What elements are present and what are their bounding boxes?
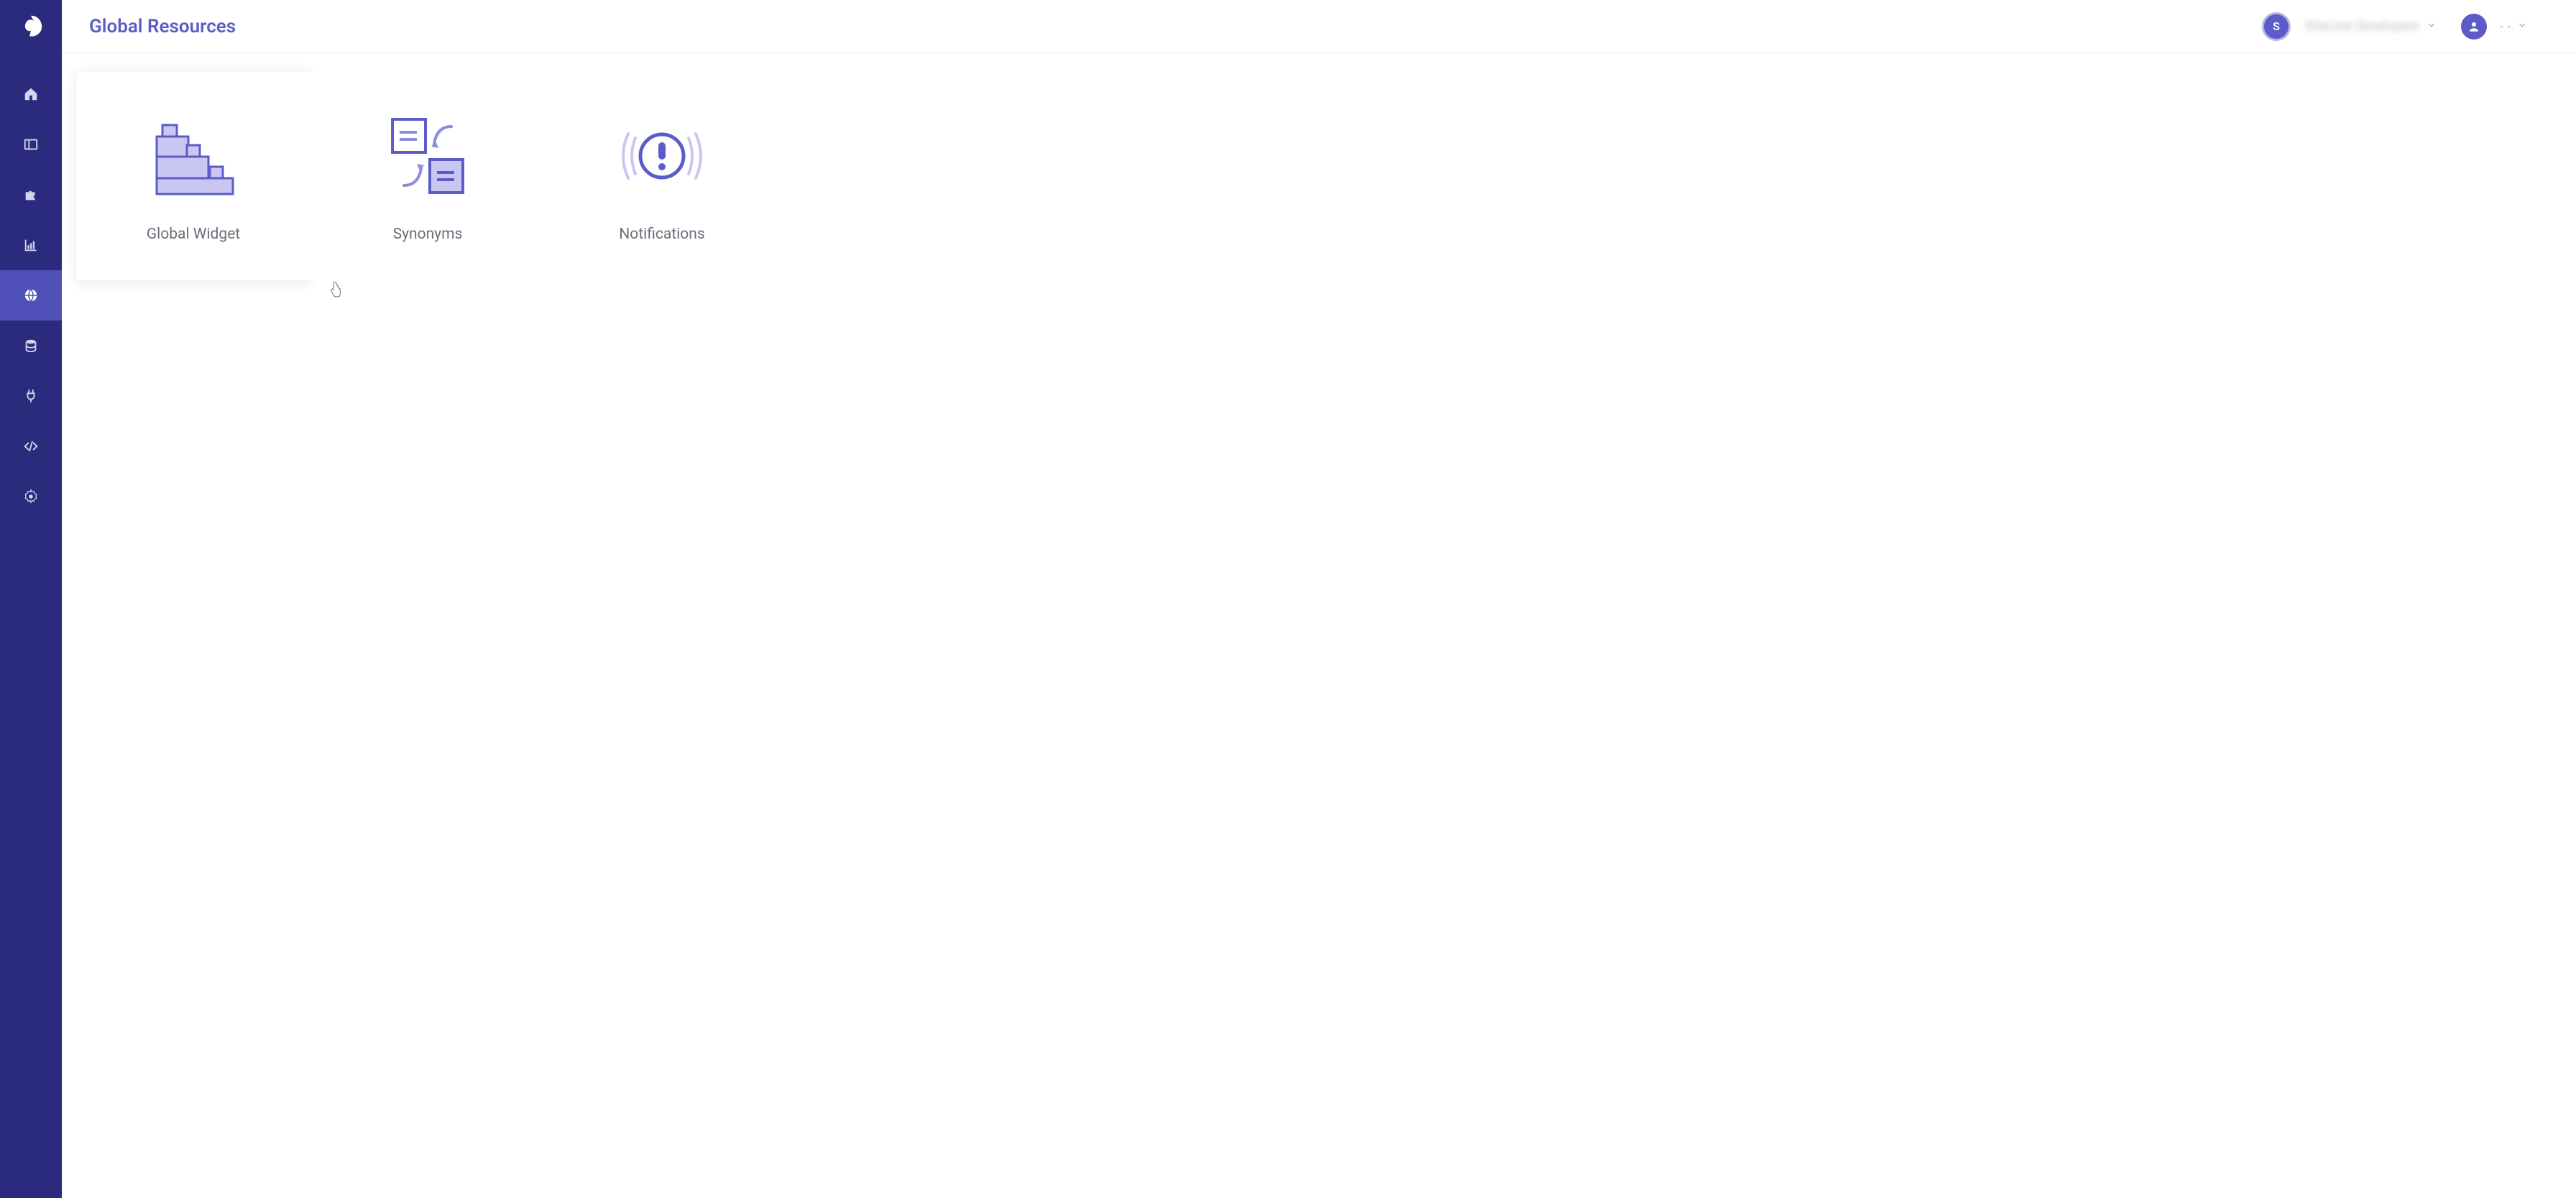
chevron-down-icon[interactable] (2517, 19, 2527, 33)
sidebar-item-code[interactable] (0, 421, 62, 471)
code-icon (23, 438, 39, 454)
topbar: Global Resources S Sitecore Developers -… (62, 0, 2576, 53)
org-avatar-initial: S (2273, 19, 2280, 33)
sidebar-item-settings[interactable] (0, 471, 62, 522)
layout-icon (23, 137, 39, 152)
user-menu-label[interactable]: - - (2500, 19, 2511, 33)
sidebar-item-database[interactable] (0, 321, 62, 371)
alarm-icon (615, 109, 709, 203)
user-avatar[interactable] (2461, 14, 2487, 40)
org-name-label[interactable]: Sitecore Developers (2305, 19, 2419, 34)
card-label: Notifications (619, 226, 704, 243)
database-icon (23, 338, 39, 354)
sidebar (0, 0, 62, 1198)
chart-icon (23, 237, 39, 253)
chevron-down-icon[interactable] (2426, 19, 2437, 33)
sidebar-item-analytics[interactable] (0, 220, 62, 270)
sidebar-item-global[interactable] (0, 270, 62, 321)
globe-icon (23, 287, 39, 303)
card-synonyms[interactable]: Synonyms (310, 72, 545, 280)
card-notifications[interactable]: Notifications (545, 72, 779, 280)
app-logo-icon[interactable] (17, 13, 45, 40)
plug-icon (23, 388, 39, 404)
card-label: Synonyms (393, 226, 463, 243)
page-title: Global Resources (89, 16, 236, 37)
sidebar-item-plugin[interactable] (0, 170, 62, 220)
main-area: Global Resources S Sitecore Developers -… (62, 0, 2576, 1198)
puzzle-icon (23, 187, 39, 203)
home-icon (23, 86, 39, 102)
org-avatar[interactable]: S (2262, 12, 2291, 41)
user-icon (2467, 20, 2480, 33)
card-label: Global Widget (147, 226, 240, 243)
content-area: Global Widget Synonyms (62, 53, 2576, 299)
pointer-cursor-icon (329, 282, 342, 298)
sidebar-item-home[interactable] (0, 69, 62, 119)
sync-docs-icon (381, 109, 474, 203)
sidebar-item-layout[interactable] (0, 119, 62, 170)
card-global-widget[interactable]: Global Widget (76, 72, 310, 280)
gear-icon (23, 489, 39, 504)
stack-chart-icon (147, 109, 240, 203)
sidebar-item-connector[interactable] (0, 371, 62, 421)
